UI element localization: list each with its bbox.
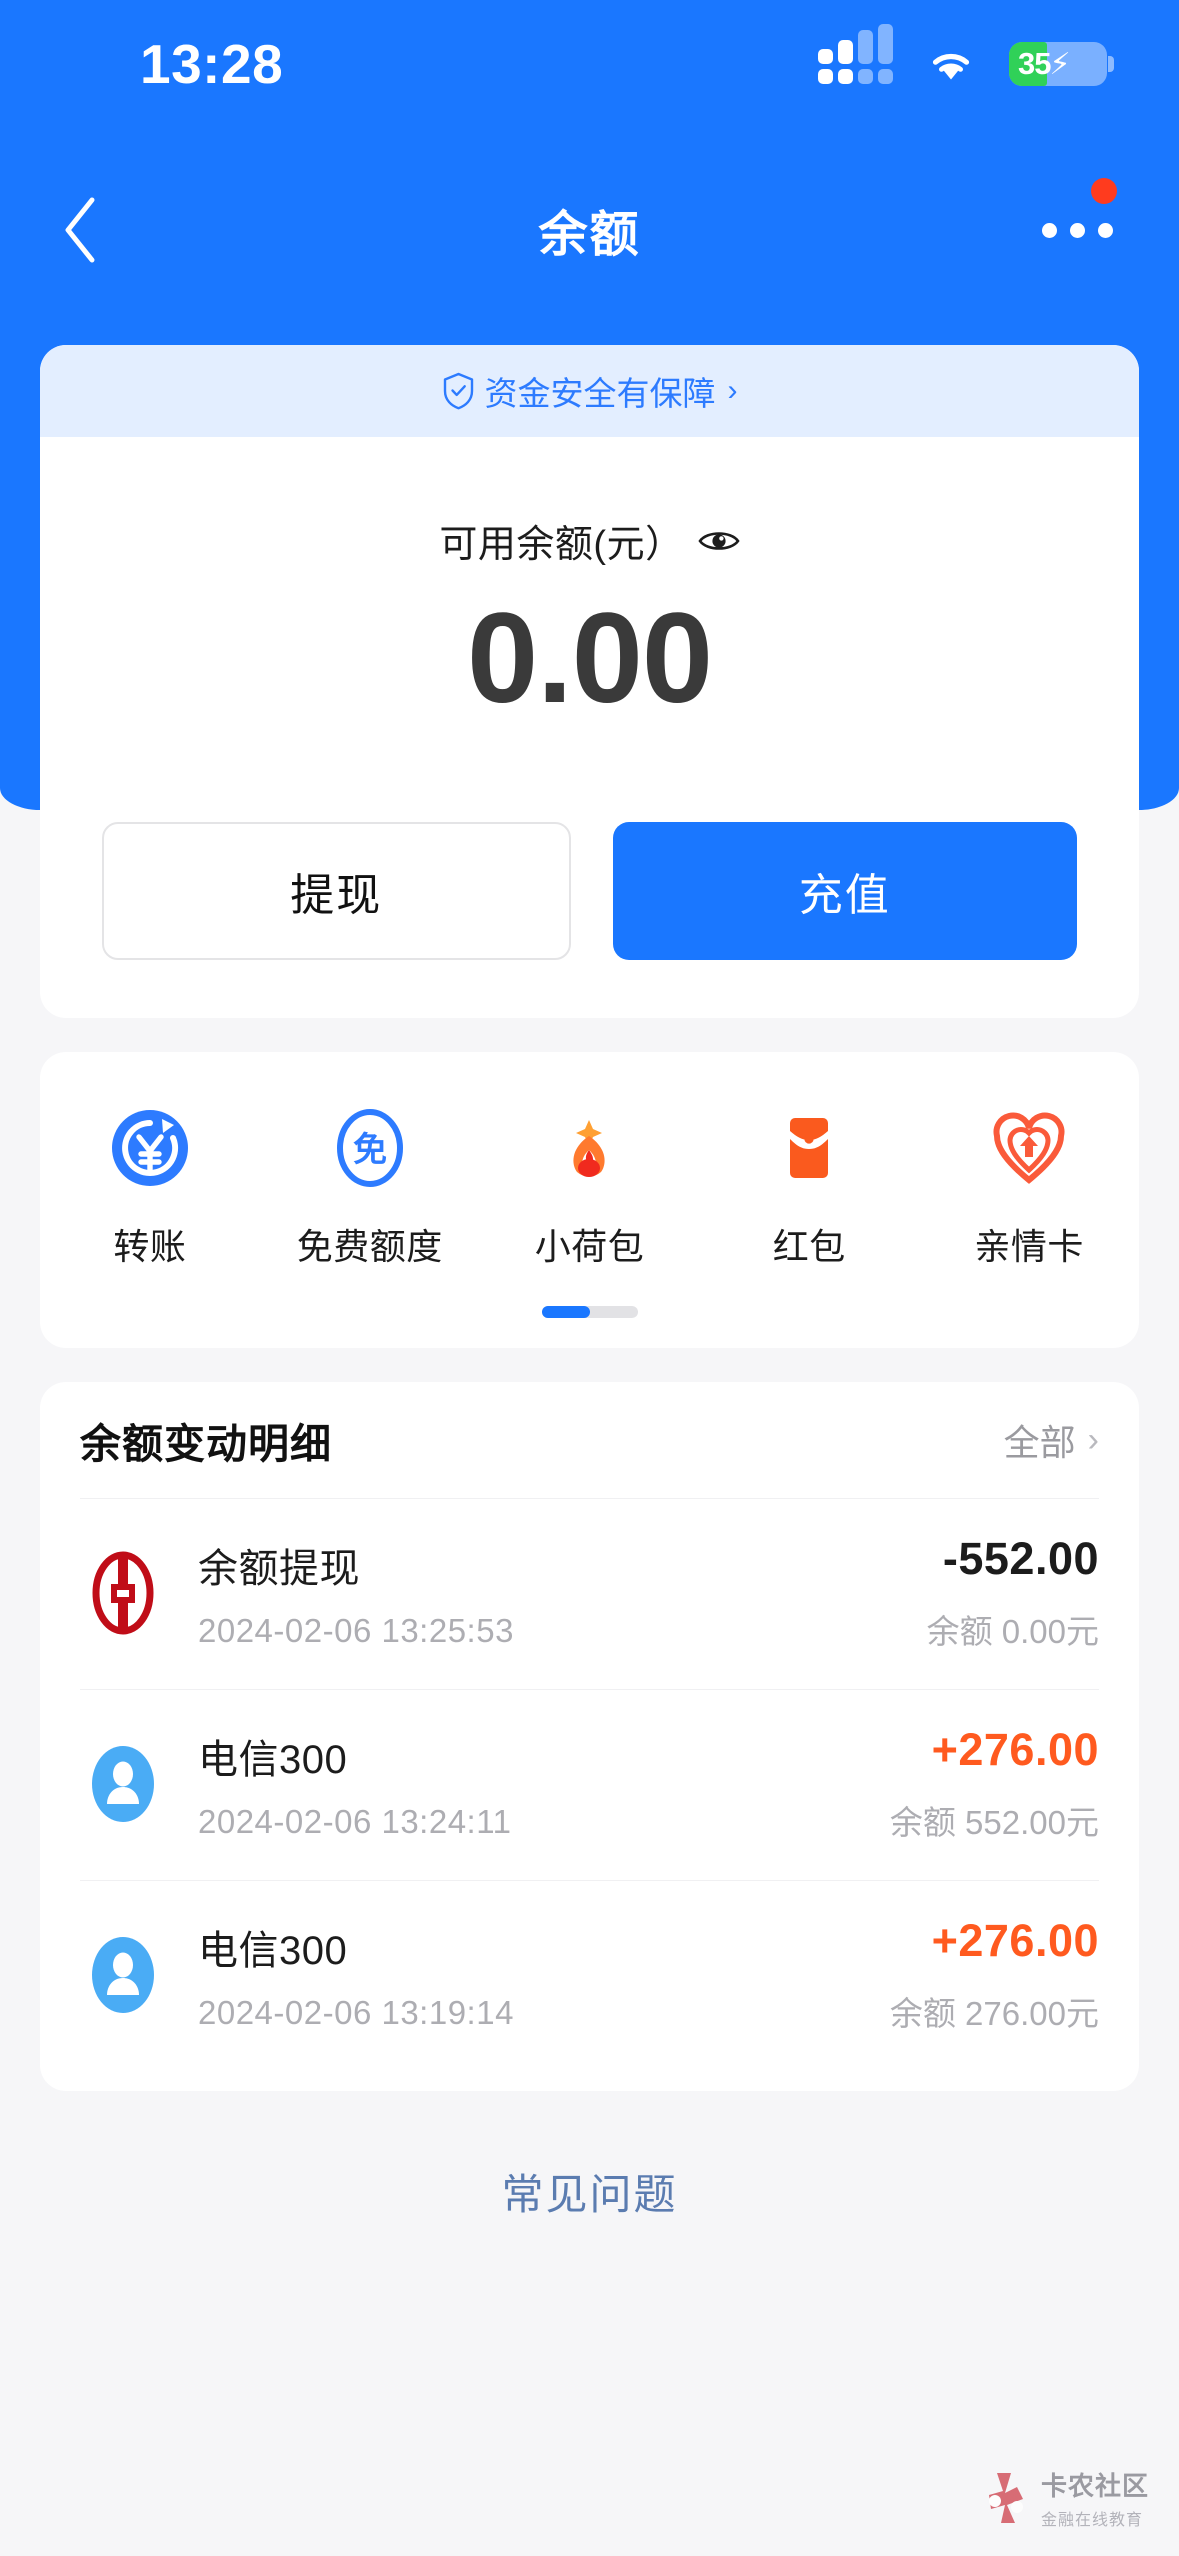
transaction-info: 电信300 2024-02-06 13:19:14 (198, 1918, 858, 2032)
transaction-balance-after: 余额 552.00元 (889, 1804, 1099, 1842)
recharge-button[interactable]: 充值 (612, 822, 1077, 961)
quick-action-label: 小荷包 (534, 1226, 645, 1268)
transaction-name: 余额提现 (198, 1547, 360, 1592)
available-balance-label-row: 可用余额(元） (40, 513, 1139, 568)
transaction-info: 余额提现 2024-02-06 13:25:53 (198, 1536, 895, 1650)
user-avatar-icon (92, 1937, 154, 2014)
transaction-time: 2024-02-06 13:25:53 (198, 1612, 514, 1650)
quick-actions-pagination[interactable] (541, 1306, 638, 1319)
quick-actions-row: 转账 免 免费额度 小荷包 红包 亲情卡 (40, 1106, 1139, 1270)
transaction-name: 电信300 (198, 1929, 348, 1974)
quick-action-red-packet[interactable]: 红包 (699, 1106, 919, 1270)
user-avatar-icon (92, 1746, 154, 1823)
shield-check-icon (443, 372, 473, 410)
red-packet-icon (790, 1118, 829, 1179)
page-title: 余额 (538, 207, 641, 262)
transaction-info: 电信300 2024-02-06 13:24:11 (198, 1727, 858, 1841)
quick-actions-card: 转账 免 免费额度 小荷包 红包 亲情卡 (40, 1052, 1139, 1349)
quick-action-transfer[interactable]: 转账 (40, 1106, 260, 1270)
small-pocket-icon (573, 1120, 606, 1178)
free-quota-icon: 免 (336, 1109, 403, 1188)
watermark-text: 卡农社区 金融在线教育 (1041, 2466, 1149, 2530)
page-content: 资金安全有保障 › 可用余额(元） 0.00 提现 充值 转账 免 免费额度 小… (0, 0, 1179, 2222)
table-row[interactable]: 电信300 2024-02-06 13:24:11 +276.00 余额 552… (80, 1689, 1099, 1880)
notification-dot (1091, 178, 1117, 204)
quick-action-label: 红包 (772, 1226, 846, 1268)
signal-bars-icon (818, 24, 893, 84)
available-balance-label: 可用余额(元） (439, 524, 684, 566)
transactions-title: 余额变动明细 (80, 1421, 332, 1468)
battery-percent: 35 (1018, 46, 1051, 81)
view-all-transactions-button[interactable]: 全部 › (1004, 1414, 1099, 1466)
status-bar: 13:28 35 ⚡ (0, 0, 1179, 128)
transfer-yuan-icon (111, 1110, 188, 1187)
transactions-header: 余额变动明细 全部 › (80, 1382, 1099, 1498)
funds-safety-banner[interactable]: 资金安全有保障 › (40, 345, 1139, 437)
transaction-balance-after: 余额 276.00元 (889, 1995, 1099, 2033)
pagination-active-indicator (541, 1306, 590, 1319)
watermark-logo-icon (988, 2473, 1023, 2523)
faq-link[interactable]: 常见问题 (0, 2161, 1179, 2222)
battery-icon: 35 ⚡ (1009, 42, 1114, 86)
balance-card: 资金安全有保障 › 可用余额(元） 0.00 提现 充值 (40, 345, 1139, 1019)
watermark-line1: 卡农社区 (1040, 2471, 1149, 2501)
quick-action-label: 亲情卡 (974, 1226, 1084, 1268)
charging-bolt-icon: ⚡ (1049, 47, 1071, 81)
transactions-card: 余额变动明细 全部 › 余额提现 2024-02-06 13:25:53 -55… (40, 1382, 1139, 2092)
watermark-line2: 金融在线教育 (1040, 2512, 1143, 2529)
withdraw-button[interactable]: 提现 (102, 822, 571, 961)
transaction-name: 电信300 (198, 1738, 348, 1783)
more-dot (1097, 222, 1113, 238)
quick-action-label: 免费额度 (296, 1226, 443, 1268)
svg-text:免: 免 (353, 1130, 387, 1170)
eye-icon[interactable] (697, 526, 740, 556)
quick-action-label: 转账 (113, 1226, 187, 1268)
more-dot (1041, 222, 1057, 238)
transaction-values: -552.00 余额 0.00元 (927, 1533, 1099, 1653)
transaction-amount: +276.00 (931, 1724, 1099, 1776)
watermark: 卡农社区 金融在线教育 (987, 2466, 1149, 2530)
status-bar-indicators: 35 ⚡ (818, 24, 1114, 86)
more-options-button[interactable] (1031, 195, 1123, 265)
transaction-balance-after: 余额 0.00元 (926, 1613, 1099, 1651)
quick-action-family-card[interactable]: 亲情卡 (919, 1106, 1139, 1270)
balance-amount: 0.00 (466, 587, 713, 730)
transaction-values: +276.00 余额 276.00元 (890, 1915, 1099, 2035)
balance-actions: 提现 充值 (40, 822, 1139, 1018)
more-dot (1069, 222, 1085, 238)
transaction-amount: +276.00 (931, 1915, 1099, 1967)
wifi-icon (932, 53, 970, 80)
table-row[interactable]: 电信300 2024-02-06 13:19:14 +276.00 余额 276… (80, 1880, 1099, 2071)
family-card-icon (993, 1112, 1065, 1185)
nav-bar: 余额 (0, 160, 1179, 300)
chevron-right-icon: › (1087, 1420, 1099, 1459)
bank-of-china-icon (92, 1551, 154, 1635)
status-bar-clock: 13:28 (140, 32, 284, 95)
transaction-amount: -552.00 (942, 1533, 1099, 1585)
quick-action-small-pocket[interactable]: 小荷包 (480, 1106, 700, 1270)
transaction-time: 2024-02-06 13:24:11 (198, 1803, 512, 1841)
view-all-label: 全部 (1003, 1422, 1076, 1464)
quick-action-free-quota[interactable]: 免 免费额度 (260, 1106, 480, 1270)
transaction-time: 2024-02-06 13:19:14 (198, 1994, 514, 2032)
table-row[interactable]: 余额提现 2024-02-06 13:25:53 -552.00 余额 0.00… (80, 1498, 1099, 1689)
transaction-values: +276.00 余额 552.00元 (890, 1724, 1099, 1844)
funds-safety-label: 资金安全有保障 (484, 375, 716, 412)
chevron-right-icon: › (727, 374, 738, 407)
